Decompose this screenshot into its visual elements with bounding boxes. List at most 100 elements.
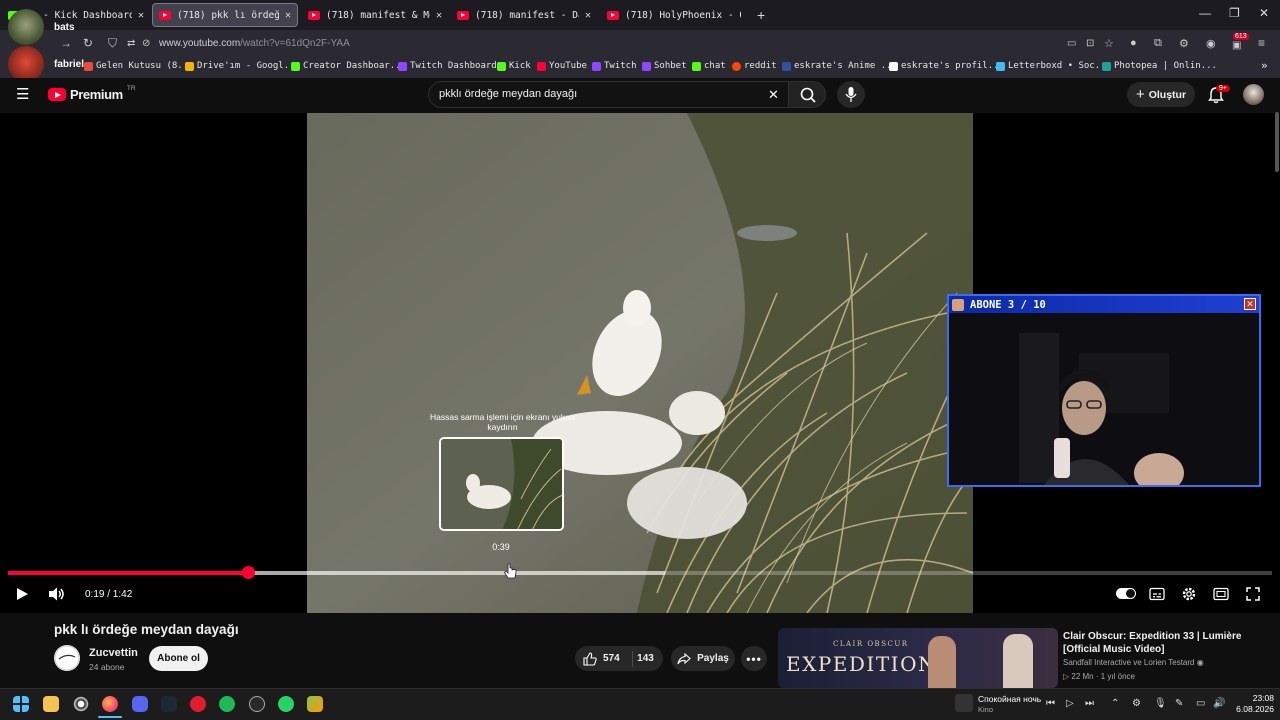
account-avatar[interactable] [1243,84,1264,105]
profile-icon [889,61,898,71]
bookmark-anime-list[interactable]: eskrate's Anime ... [782,61,897,71]
bookmark-photopea[interactable]: Photopea | Onlin... [1102,61,1217,71]
maximize-icon[interactable]: ❐ [1229,6,1240,20]
tab-manifest-motive[interactable]: (718) manifest & Motive ✕ [302,3,448,27]
media-play-icon[interactable]: ▷ [1066,698,1074,709]
url-field[interactable]: www.youtube.com/watch?v=61dQn2F-YAA [159,38,350,49]
reload-icon[interactable]: ↻ [83,36,93,50]
channel-name[interactable]: Zucvettin [89,647,138,659]
account-icon[interactable]: ◉ [1206,37,1216,50]
extension-icon[interactable]: ● [1130,37,1137,49]
tab-title: (718) manifest - Daha İ [475,9,579,21]
bookmark-chat[interactable]: chat [692,61,726,71]
close-tab-icon[interactable]: ✕ [585,10,591,21]
subscribe-button[interactable]: Abone ol [149,646,208,671]
firefox-icon[interactable] [102,696,118,712]
whatsapp-icon[interactable] [278,696,294,712]
autoplay-toggle[interactable] [1116,588,1136,599]
volume-icon[interactable] [47,586,65,602]
bookmark-youtube[interactable]: YouTube [537,61,587,71]
tray-app-icon[interactable]: ⚙ [1132,698,1141,709]
close-tab-icon[interactable]: ✕ [285,10,291,21]
minecraft-icon[interactable] [307,696,323,712]
recommended-video-title[interactable]: Clair Obscur: Expedition 33 | Lumière [O… [1063,630,1253,656]
app-red-icon[interactable] [190,696,206,712]
bookmark-kick[interactable]: Kick [497,61,531,71]
bookmark-reddit[interactable]: reddit [732,61,777,71]
time-display: 0:19 / 1:42 [85,589,133,600]
more-bookmarks-icon[interactable]: » [1261,59,1268,72]
media-previous-icon[interactable]: ⏮ [1046,698,1055,709]
bookmark-sohbet[interactable]: Sohbet [642,61,687,71]
spotify-icon[interactable] [219,696,235,712]
tab-manifest-daha[interactable]: (718) manifest - Daha İ ✕ [451,3,597,27]
bookmark-letterboxd[interactable]: Letterboxd • Soc... [996,61,1111,71]
menu-icon[interactable]: ≡ [1258,36,1265,50]
bookmark-twitch-dashboard[interactable]: Twitch Dashboard [398,61,497,71]
twitch-icon [592,61,601,71]
streamer-avatar-icon [952,298,964,311]
steam-icon[interactable] [161,696,177,712]
file-explorer-icon[interactable] [43,696,59,712]
letterboxd-icon [996,61,1005,71]
subtitles-icon[interactable] [1149,587,1165,601]
puzzle-icon[interactable]: ⧉ [1154,37,1162,50]
minimize-icon[interactable]: — [1199,6,1211,20]
bookmark-twitch[interactable]: Twitch [592,61,637,71]
tray-network-icon[interactable]: ▭ [1196,698,1205,709]
share-button[interactable]: Paylaş [671,646,735,671]
extension-badge-icon[interactable]: ▣ [1232,40,1241,51]
hamburger-menu-icon[interactable]: ☰ [16,85,29,103]
recommended-channel[interactable]: Sandfall Interactive ve Lorien Testard ◉ [1063,658,1204,667]
obs-icon[interactable] [73,696,89,712]
youtube-premium-logo[interactable]: Premium TR [48,85,136,102]
tray-mic-icon[interactable]: 🎙 [1154,698,1167,709]
page-scrollbar[interactable] [1275,112,1279,172]
bookmark-eskrate-profile[interactable]: eskrate's profil... [889,61,1004,71]
close-tab-icon[interactable]: ✕ [138,10,144,21]
new-tab-icon[interactable]: + [757,7,765,23]
like-button[interactable]: 574 [583,651,620,666]
app-circle-icon[interactable] [249,696,265,712]
discord-icon[interactable] [132,696,148,712]
dislike-button[interactable]: 143 [628,646,663,671]
close-window-icon[interactable]: ✕ [1259,6,1269,20]
windows-start-icon[interactable] [13,696,29,712]
voice-search-button[interactable] [837,81,865,108]
permissions-icon[interactable]: ⇄ [127,38,135,49]
tools-icon[interactable]: ⚙ [1179,37,1189,50]
bookmark-label: Letterboxd • Soc... [1008,61,1111,71]
forward-icon[interactable]: → [60,36,72,50]
channel-avatar[interactable] [54,645,80,671]
tray-overflow-icon[interactable]: ⌃ [1111,698,1119,709]
fullscreen-icon[interactable] [1245,586,1261,602]
search-icon [800,87,816,103]
bookmark-drive[interactable]: Drive'ım - Googl... [185,61,300,71]
more-actions-button[interactable]: ••• [741,646,767,671]
clear-search-icon[interactable]: ✕ [768,87,779,103]
recommended-video-thumbnail[interactable]: CLAIR OBSCUR EXPEDITION [778,628,1058,688]
play-icon[interactable] [14,586,30,602]
search-button[interactable] [788,81,826,108]
close-tab-icon[interactable]: ✕ [436,10,442,21]
reader-icon[interactable]: ▭ [1067,38,1076,49]
taskbar-clock[interactable]: 23:08 6.08.2026 [1226,693,1274,715]
bookmark-gelen-kutusu[interactable]: Gelen Kutusu (8... [84,61,194,71]
tray-volume-icon[interactable]: 🔊 [1213,698,1225,709]
tab-title: (718) HolyPhoenix - Ogu [625,9,741,21]
shield-icon[interactable]: ⛉ [108,36,117,51]
settings-gear-icon[interactable] [1181,586,1197,602]
webcam-title-bar: ABONE 3 / 10 ✕ [949,296,1259,313]
create-button[interactable]: + Oluştur [1127,82,1195,107]
screenshot-icon[interactable]: ⊡ [1086,38,1094,49]
tray-pen-icon[interactable]: ✎ [1175,698,1183,709]
bookmark-star-icon[interactable]: ☆ [1104,37,1114,50]
muted-icon[interactable]: ⊘ [142,38,150,49]
tab-holyphoenix[interactable]: (718) HolyPhoenix - Ogu [601,3,747,27]
theater-mode-icon[interactable] [1213,587,1229,601]
bookmark-creator-dashboard[interactable]: Creator Dashboar... [291,61,406,71]
tab-active-video[interactable]: (718) pkk lı ördeğe mey ✕ [152,3,298,27]
media-next-icon[interactable]: ⏭ [1085,698,1094,709]
media-track-title: Спокойная ночь [978,694,1042,704]
mail-icon [84,61,93,71]
